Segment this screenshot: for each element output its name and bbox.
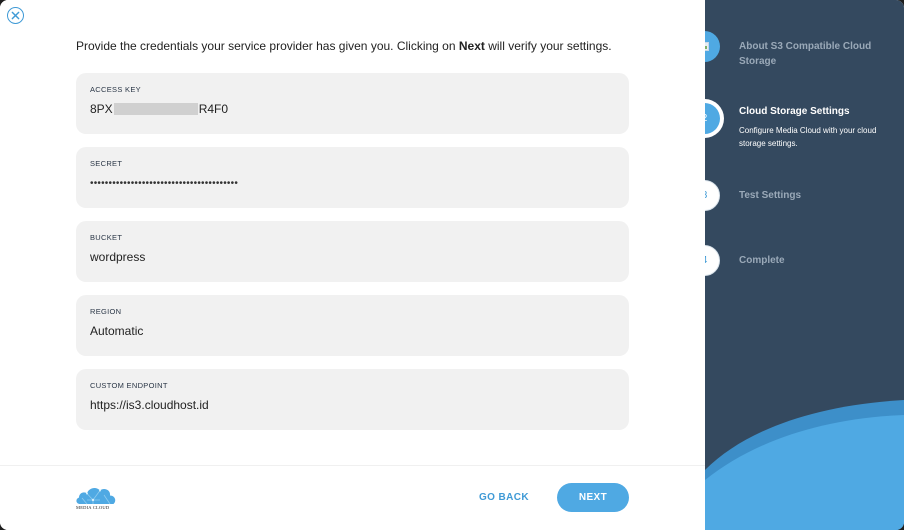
footer-divider: [0, 465, 705, 466]
access-key-value-end: R4F0: [198, 102, 229, 116]
close-icon: [11, 11, 20, 20]
close-button[interactable]: [7, 7, 24, 24]
access-key-value-start: 8PX: [90, 102, 113, 116]
image-icon: [705, 42, 709, 51]
bucket-field[interactable]: BUCKET wordpress: [76, 221, 629, 282]
logo-text: MEDIA CLOUD: [76, 505, 110, 510]
intro-text-end: will verify your settings.: [484, 39, 612, 53]
bucket-input[interactable]: wordpress: [90, 250, 145, 264]
step-2-description: Configure Media Cloud with your cloud st…: [739, 126, 877, 148]
custom-endpoint-input[interactable]: https://is3.cloudhost.id: [90, 398, 209, 412]
access-key-input[interactable]: 8PX R4F0: [90, 102, 228, 116]
region-input[interactable]: Automatic: [90, 324, 143, 338]
intro-text-start: Provide the credentials your service pro…: [76, 39, 459, 53]
sidebar-wave-decoration: [705, 400, 904, 530]
step-2-title: Cloud Storage Settings: [739, 106, 850, 117]
region-field[interactable]: REGION Automatic: [76, 295, 629, 356]
step-1-title: About S3 Compatible Cloud Storage: [739, 41, 872, 67]
steps-sidebar: About S3 Compatible Cloud Storage 2 Clou…: [705, 0, 904, 530]
region-label: REGION: [90, 307, 122, 316]
secret-input[interactable]: ••••••••••••••••••••••••••••••••••••••••: [90, 178, 238, 189]
intro-text: Provide the credentials your service pro…: [76, 39, 612, 53]
custom-endpoint-label: CUSTOM ENDPOINT: [90, 381, 168, 390]
intro-text-bold: Next: [458, 39, 485, 53]
access-key-label: ACCESS KEY: [90, 85, 141, 94]
access-key-field[interactable]: ACCESS KEY 8PX R4F0: [76, 73, 629, 134]
setup-wizard-window: Provide the credentials your service pro…: [0, 0, 904, 530]
main-panel: Provide the credentials your service pro…: [0, 0, 705, 530]
secret-label: SECRET: [90, 159, 123, 168]
custom-endpoint-field[interactable]: CUSTOM ENDPOINT https://is3.cloudhost.id: [76, 369, 629, 430]
secret-field[interactable]: SECRET •••••••••••••••••••••••••••••••••…: [76, 147, 629, 208]
next-button[interactable]: NEXT: [557, 483, 629, 512]
redacted-block: [113, 103, 198, 115]
step-4-title: Complete: [739, 255, 785, 266]
go-back-button[interactable]: GO BACK: [471, 486, 537, 508]
step-3-title: Test Settings: [739, 190, 802, 201]
bucket-label: BUCKET: [90, 233, 123, 242]
